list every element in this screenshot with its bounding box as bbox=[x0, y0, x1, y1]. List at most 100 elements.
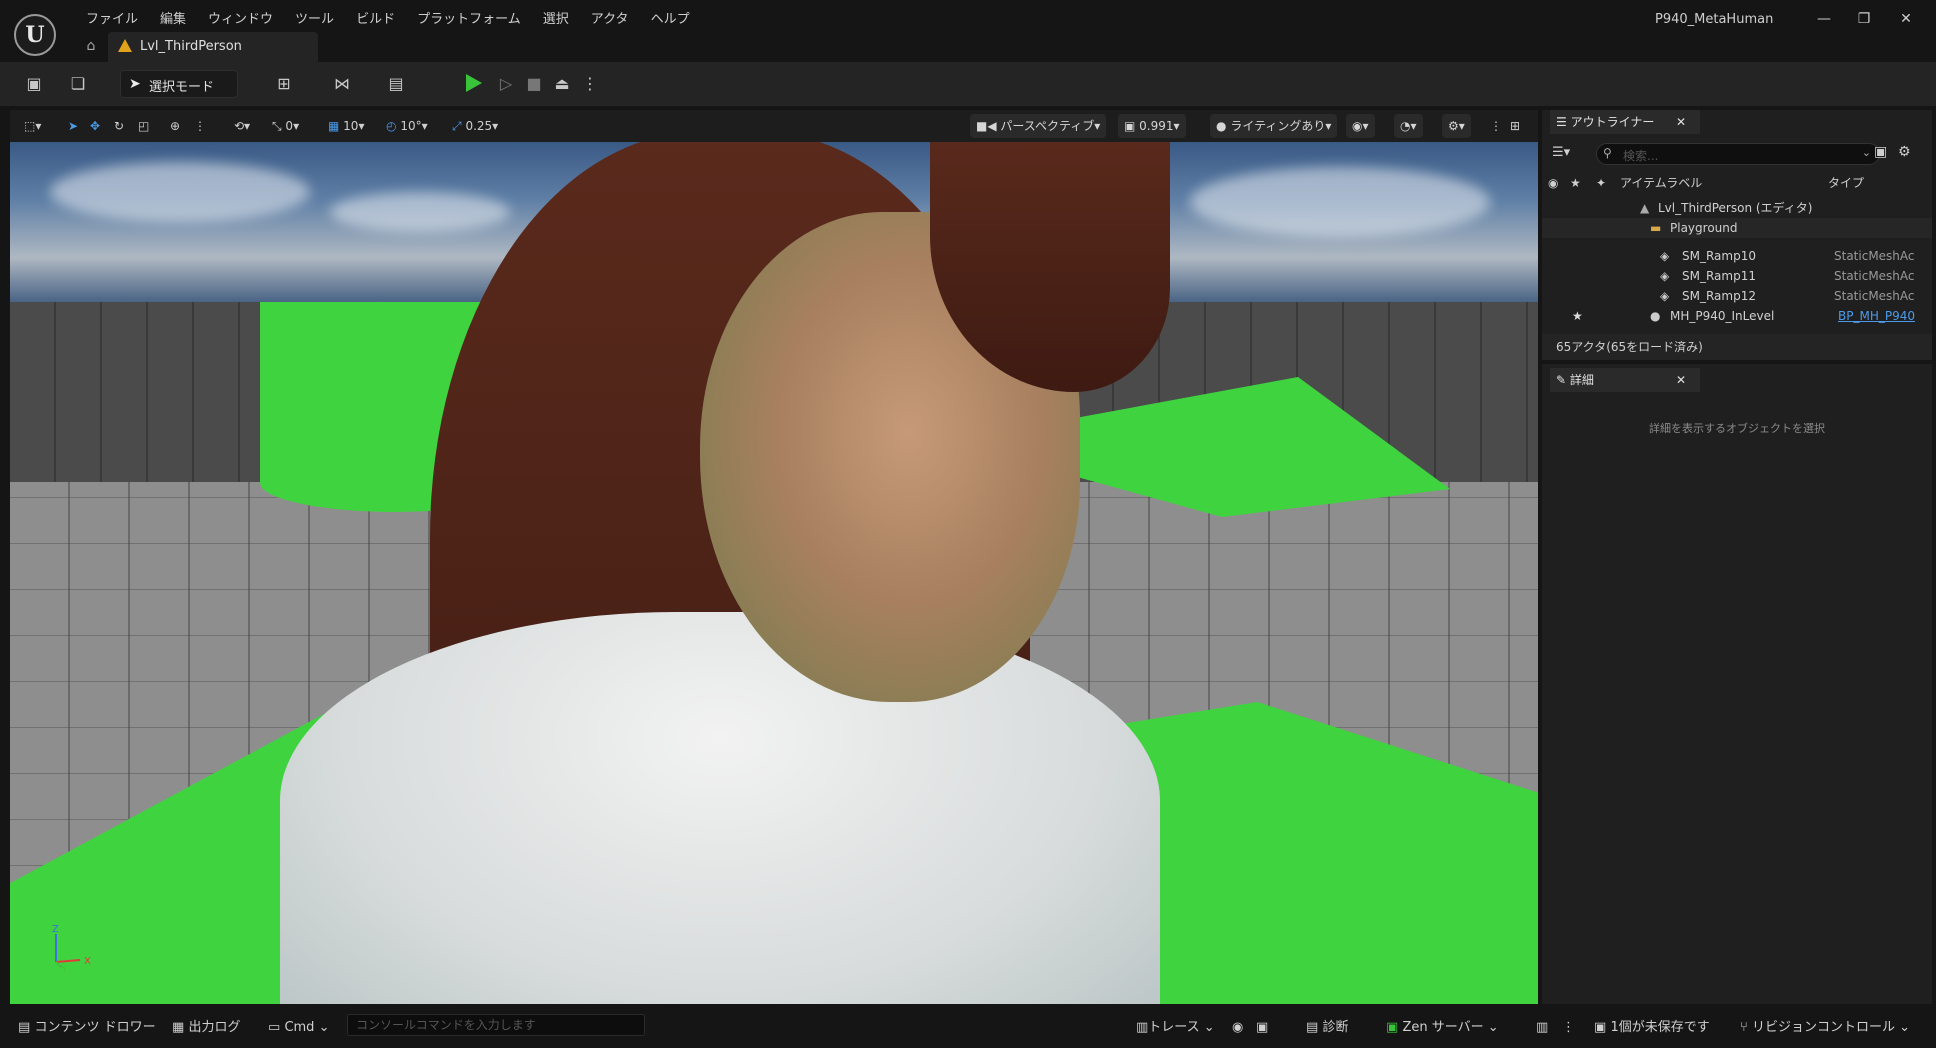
camera-speed-icon: ▣ bbox=[1124, 119, 1136, 133]
minimize-button[interactable]: — bbox=[1810, 8, 1838, 30]
cmd-dropdown[interactable]: ▭ Cmd ⌄ bbox=[268, 1016, 329, 1040]
view-mode-dropdown[interactable]: ■◀ パースペクティブ▾ bbox=[970, 114, 1107, 138]
outliner-search[interactable]: ⚲ 検索... ⌄ bbox=[1596, 143, 1880, 165]
blueprint-icon[interactable]: ⋈ bbox=[330, 72, 354, 96]
performance-dropdown[interactable]: ◔▾ bbox=[1394, 114, 1423, 138]
camera-speed-label: 0.991 bbox=[1139, 119, 1174, 133]
zen-server-dropdown[interactable]: ▣ Zen サーバー ⌄ bbox=[1386, 1016, 1499, 1040]
filter-icon[interactable]: ☰▾ bbox=[1552, 145, 1570, 160]
eye-icon: ◉ bbox=[1352, 119, 1363, 133]
rotate-tool-icon[interactable]: ↻ bbox=[114, 116, 124, 136]
menu-actor[interactable]: アクタ bbox=[580, 10, 640, 30]
details-close-icon[interactable]: ✕ bbox=[1676, 368, 1686, 392]
unsaved-icon: ▣ bbox=[1594, 1020, 1607, 1035]
favorite-column-icon[interactable]: ★ bbox=[1570, 172, 1581, 194]
show-flags-dropdown[interactable]: ◉▾ bbox=[1346, 114, 1375, 138]
menu-build[interactable]: ビルド bbox=[345, 10, 406, 30]
add-actor-icon[interactable]: ⊞ bbox=[272, 72, 296, 96]
console-input[interactable]: コンソールコマンドを入力します bbox=[347, 1014, 645, 1036]
menu-window[interactable]: ウィンドウ bbox=[197, 10, 284, 30]
unreal-logo-icon[interactable]: U bbox=[14, 14, 56, 56]
outliner-close-icon[interactable]: ✕ bbox=[1676, 110, 1686, 134]
menu-tools[interactable]: ツール bbox=[284, 10, 345, 30]
menu-file[interactable]: ファイル bbox=[75, 10, 149, 30]
gauge-icon: ◔ bbox=[1400, 119, 1411, 133]
surface-snap-icon[interactable]: ⟲▾ bbox=[234, 116, 250, 136]
close-button[interactable]: ✕ bbox=[1892, 8, 1920, 30]
unsaved-button[interactable]: ▣ 1個が未保存です bbox=[1594, 1016, 1710, 1040]
outliner-row[interactable]: ◈ SM_Ramp11 StaticMeshAc bbox=[1542, 266, 1932, 286]
menu-help[interactable]: ヘルプ bbox=[640, 10, 701, 30]
details-tab[interactable]: ✎ 詳細 ✕ bbox=[1550, 368, 1700, 392]
outliner-row[interactable]: ◈ SM_Ramp12 StaticMeshAc bbox=[1542, 286, 1932, 306]
content-browser-icon[interactable]: ❏ bbox=[66, 72, 90, 96]
row-label: MH_P940_InLevel bbox=[1670, 309, 1775, 323]
row-type-link[interactable]: BP_MH_P940 bbox=[1838, 306, 1915, 326]
surface-snap-value[interactable]: ⤡ 0▾ bbox=[272, 116, 299, 136]
row-label: Lvl_ThirdPerson (エディタ) bbox=[1658, 201, 1813, 215]
level-viewport[interactable]: Z X Y bbox=[10, 142, 1538, 1004]
output-log-button[interactable]: ▦ 出力ログ bbox=[172, 1016, 240, 1040]
scale-snap-dropdown[interactable]: ⤢ 0.25▾ bbox=[452, 116, 498, 136]
add-folder-icon[interactable]: ▣ bbox=[1874, 144, 1887, 160]
scale-tool-icon[interactable]: ◰ bbox=[138, 116, 149, 136]
project-name: P940_MetaHuman bbox=[1655, 12, 1774, 27]
world-space-icon[interactable]: ⊕ bbox=[170, 116, 180, 136]
trace-dropdown[interactable]: ▥トレース ⌄ bbox=[1136, 1016, 1215, 1040]
lighting-dropdown[interactable]: ● ライティングあり▾ bbox=[1210, 114, 1338, 138]
cinematics-icon[interactable]: ▤ bbox=[384, 72, 408, 96]
pencil-icon: ✎ bbox=[1556, 373, 1567, 387]
pin-column-icon[interactable]: ✦ bbox=[1596, 172, 1606, 194]
menu-select[interactable]: 選択 bbox=[532, 10, 580, 30]
level-tab[interactable]: Lvl_ThirdPerson bbox=[108, 32, 318, 62]
outliner-settings-icon[interactable]: ⚙ bbox=[1898, 144, 1911, 160]
menu-edit[interactable]: 編集 bbox=[149, 10, 197, 30]
selection-mode-dropdown[interactable]: ➤ 選択モード bbox=[120, 70, 238, 98]
outliner-row[interactable]: ▲ Lvl_ThirdPerson (エディタ) bbox=[1542, 198, 1932, 218]
grid-snap-dropdown[interactable]: ▦ 10▾ bbox=[328, 116, 364, 136]
camera-speed-dropdown[interactable]: ▣ 0.991▾ bbox=[1118, 114, 1186, 138]
move-tool-icon[interactable]: ✥ bbox=[90, 116, 100, 136]
outliner-row[interactable]: ▬ Playground bbox=[1542, 218, 1932, 238]
viewport-options-icon[interactable]: ⋮ bbox=[1490, 116, 1502, 136]
settings-dropdown[interactable]: ⚙▾ bbox=[1442, 114, 1471, 138]
cloud bbox=[1190, 167, 1490, 237]
zen-icon: ▣ bbox=[1386, 1020, 1399, 1035]
outliner-row[interactable]: ★ ● MH_P940_InLevel BP_MH_P940 bbox=[1542, 306, 1932, 326]
visibility-column-icon[interactable]: ◉ bbox=[1548, 172, 1558, 194]
record-icon[interactable]: ◉ bbox=[1232, 1016, 1243, 1040]
statusbar-more-icon[interactable]: ⋮ bbox=[1562, 1016, 1575, 1040]
viewport-more-icon[interactable]: ⋮ bbox=[194, 116, 206, 136]
rotate-snap-dropdown[interactable]: ◴ 10°▾ bbox=[386, 116, 428, 136]
item-label-column[interactable]: アイテムラベル bbox=[1620, 172, 1702, 194]
bandwidth-icon[interactable]: ▥ bbox=[1536, 1016, 1548, 1040]
maximize-button[interactable]: ❐ bbox=[1850, 8, 1878, 30]
character-shirt bbox=[280, 612, 1160, 1004]
select-tool-icon[interactable]: ➤ bbox=[68, 116, 78, 136]
folder-icon: ▬ bbox=[1650, 221, 1662, 235]
outliner-row[interactable]: ◈ SM_Ramp10 StaticMeshAc bbox=[1542, 246, 1932, 266]
eject-icon[interactable]: ⏏ bbox=[550, 72, 574, 96]
play-icon[interactable] bbox=[466, 74, 482, 92]
outliner-tab[interactable]: ☰ アウトライナー ✕ bbox=[1550, 110, 1700, 134]
content-drawer-button[interactable]: ▤ コンテンツ ドロワー bbox=[18, 1016, 156, 1040]
row-label: SM_Ramp10 bbox=[1682, 249, 1756, 263]
unsaved-label: 1個が未保存です bbox=[1610, 1020, 1710, 1035]
type-column[interactable]: タイプ bbox=[1828, 172, 1864, 194]
screenshot-icon[interactable]: ▣ bbox=[1256, 1016, 1268, 1040]
static-mesh-icon: ◈ bbox=[1660, 269, 1670, 283]
menu-platforms[interactable]: プラットフォーム bbox=[406, 10, 532, 30]
rotate-snap-label: 10° bbox=[400, 119, 422, 133]
more-options-icon[interactable]: ⋮ bbox=[578, 72, 602, 96]
viewport-layout-icon[interactable]: ⊞ bbox=[1510, 116, 1520, 136]
gizmo-z-label: Z bbox=[52, 924, 59, 935]
step-icon[interactable]: ▷ bbox=[494, 72, 518, 96]
revision-control-dropdown[interactable]: ⑂ リビジョンコントロール ⌄ bbox=[1740, 1016, 1910, 1040]
row-label: SM_Ramp12 bbox=[1682, 289, 1756, 303]
cursor-icon: ➤ bbox=[129, 76, 141, 92]
diagnostics-button[interactable]: ▤ 診断 bbox=[1306, 1016, 1348, 1040]
transform-mode-icon[interactable]: ⬚▾ bbox=[24, 116, 41, 136]
stop-icon[interactable]: ■ bbox=[522, 72, 546, 96]
save-icon[interactable]: ▣ bbox=[22, 72, 46, 96]
home-icon[interactable]: ⌂ bbox=[82, 38, 100, 56]
